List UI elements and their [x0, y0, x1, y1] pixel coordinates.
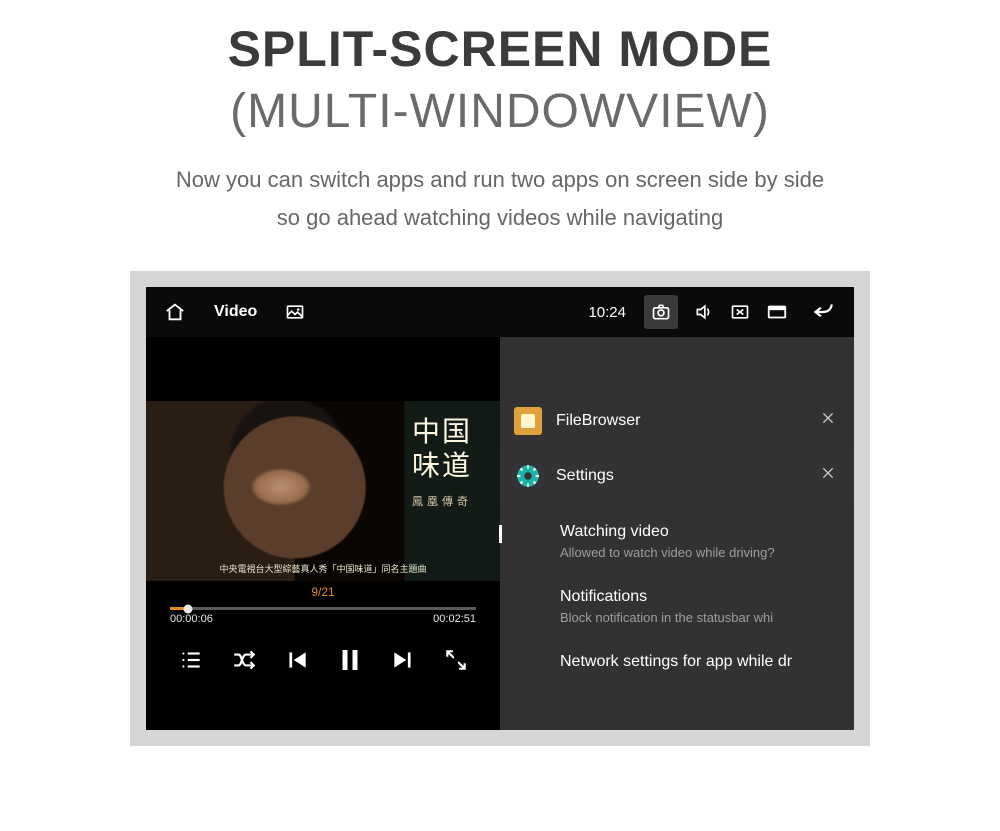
screenshot-button[interactable] — [644, 295, 678, 329]
filebrowser-label: FileBrowser — [556, 412, 640, 430]
track-counter: 9/21 — [311, 585, 334, 599]
home-icon[interactable] — [164, 301, 186, 323]
status-bar-right: 10:24 — [588, 295, 836, 329]
recent-app-settings[interactable]: Settings — [500, 448, 854, 503]
close-settings-button[interactable] — [816, 460, 840, 491]
video-cn-line1: 中国 — [412, 416, 472, 447]
page-desc-line1: Now you can switch apps and run two apps… — [176, 167, 824, 192]
next-button[interactable] — [386, 643, 420, 677]
split-screen-icon[interactable] — [766, 301, 788, 323]
picture-icon[interactable] — [285, 302, 305, 322]
device-screen: Video 10:24 — [146, 287, 854, 730]
page-subtitle: (MULTI-WINDOWVIEW) — [0, 84, 1000, 139]
pause-button[interactable] — [333, 643, 367, 677]
split-handle[interactable] — [499, 525, 502, 543]
camera-icon — [651, 302, 671, 322]
video-area[interactable]: 中国 味道 鳳凰傳奇 中央電視台大型綜藝真人秀「中国味道」同名主題曲 — [146, 401, 500, 581]
split-content: 中国 味道 鳳凰傳奇 中央電視台大型綜藝真人秀「中国味道」同名主題曲 9/21 … — [146, 337, 854, 730]
time-total: 00:02:51 — [433, 613, 476, 625]
status-bar: Video 10:24 — [146, 287, 854, 337]
video-caption: 中央電視台大型綜藝真人秀「中国味道」同名主題曲 — [219, 562, 426, 575]
fullscreen-button[interactable] — [439, 643, 473, 677]
back-icon[interactable] — [810, 299, 836, 325]
volume-icon[interactable] — [694, 302, 714, 322]
device-frame: Video 10:24 — [130, 271, 870, 746]
setting-title: Notifications — [560, 588, 848, 606]
close-app-icon[interactable] — [730, 302, 750, 322]
clock-text: 10:24 — [588, 304, 626, 321]
settings-body: Watching video Allowed to watch video wh… — [500, 503, 854, 730]
settings-label: Settings — [556, 467, 614, 485]
time-elapsed: 00:00:06 — [170, 613, 213, 625]
setting-title: Network settings for app while dr — [560, 653, 848, 671]
page-desc-line2: so go ahead watching videos while naviga… — [277, 205, 723, 230]
status-bar-left: Video — [164, 301, 305, 323]
video-pane: 中国 味道 鳳凰傳奇 中央電視台大型綜藝真人秀「中国味道」同名主題曲 9/21 … — [146, 337, 500, 730]
setting-desc: Block notification in the statusbar whi — [560, 610, 848, 625]
progress-row: 9/21 00:00:06 00:02:51 — [146, 585, 500, 621]
settings-pane: FileBrowser — [500, 337, 854, 730]
video-cn-sub: 鳳凰傳奇 — [412, 485, 472, 519]
settings-icon — [514, 462, 542, 490]
seek-bar[interactable] — [170, 607, 476, 610]
playlist-button[interactable] — [174, 643, 208, 677]
setting-title: Watching video — [560, 523, 848, 541]
shuffle-button[interactable] — [227, 643, 261, 677]
page-title: SPLIT-SCREEN MODE — [0, 20, 1000, 78]
prev-button[interactable] — [280, 643, 314, 677]
video-overlay-text: 中国 味道 鳳凰傳奇 — [412, 415, 472, 519]
seek-bar-knob[interactable] — [184, 604, 193, 613]
close-filebrowser-button[interactable] — [816, 405, 840, 436]
filebrowser-icon — [514, 407, 542, 435]
video-cn-line2: 味道 — [412, 450, 472, 481]
setting-notifications[interactable]: Notifications Block notification in the … — [514, 574, 854, 639]
current-app-title: Video — [214, 303, 257, 321]
setting-desc: Allowed to watch video while driving? — [560, 545, 848, 560]
controls-row — [146, 643, 500, 695]
recent-app-filebrowser[interactable]: FileBrowser — [500, 393, 854, 448]
page-description: Now you can switch apps and run two apps… — [0, 161, 1000, 237]
setting-network[interactable]: Network settings for app while dr — [514, 639, 854, 685]
setting-watching-video[interactable]: Watching video Allowed to watch video wh… — [514, 509, 854, 574]
